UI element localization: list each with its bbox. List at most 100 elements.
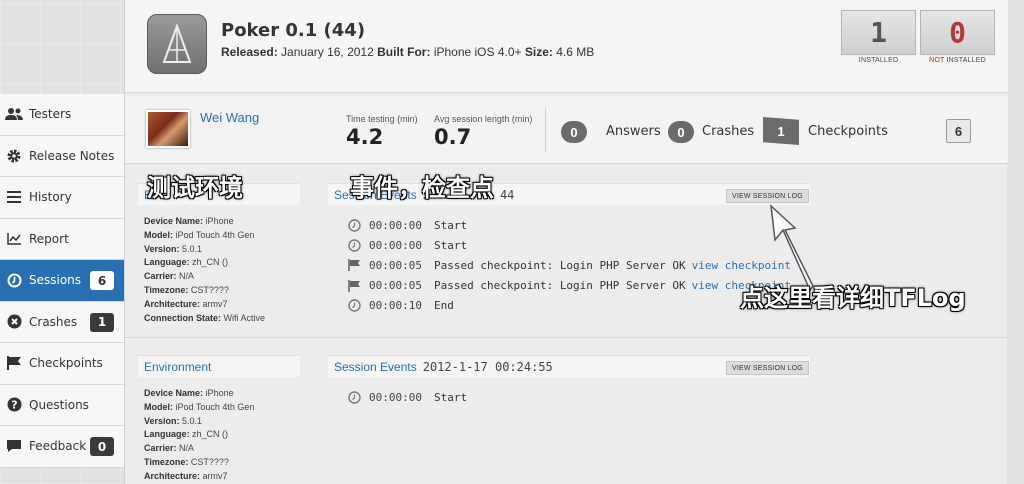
clock-icon	[347, 218, 361, 232]
env-value: iPod Touch 4th Gen	[175, 401, 255, 412]
users-icon	[5, 106, 23, 122]
time-testing-label: Time testing (min)	[346, 114, 418, 124]
crashes-count-badge: 1	[90, 312, 114, 332]
env-key: Language:	[144, 429, 190, 440]
app-icon	[147, 14, 207, 74]
env-value: CST????	[190, 456, 229, 467]
main-panel: Poker 0.1 (44) Released: January 16, 201…	[124, 0, 1008, 484]
sidebar: Testers Release Notes History Report Ses…	[0, 94, 124, 468]
not-label-rest: INSTALLED	[944, 57, 986, 64]
sidebar-item-sessions[interactable]: Sessions 6	[0, 260, 124, 302]
crashes-label[interactable]: Crashes	[702, 124, 754, 139]
crashes-count: 0	[668, 121, 694, 143]
flag-icon	[347, 258, 361, 272]
sidebar-item-label: Report	[29, 231, 69, 246]
event-time: 00:00:00	[369, 238, 422, 252]
sessions-count-badge: 6	[90, 271, 114, 290]
separator	[545, 108, 546, 152]
chart-icon	[5, 231, 23, 247]
env-value: zh_CN ()	[192, 429, 229, 440]
event-row: 00:00:05 Passed checkpoint: Login PHP Se…	[347, 255, 791, 275]
environment-details-2: Device Name: iPhone Model: iPod Touch 4t…	[144, 387, 254, 484]
env-key: Carrier:	[144, 271, 177, 282]
events-timestamp: 2012-1-17 00:24:55	[422, 360, 553, 374]
built-for-label: Built For:	[377, 45, 431, 59]
sidebar-item-label: Crashes	[29, 314, 78, 329]
installed-label: INSTALLED	[858, 57, 899, 64]
env-value: armv7	[202, 470, 228, 481]
env-key: Timezone:	[144, 284, 189, 295]
x-circle-icon	[5, 314, 23, 330]
session-events-list-2: 00:00:00 Start	[347, 387, 467, 407]
env-value: zh_CN ()	[192, 257, 229, 268]
app-header: Poker 0.1 (44) Released: January 16, 201…	[125, 0, 1008, 93]
annotation-events: 事件，检查点	[350, 174, 494, 202]
env-key: Model:	[144, 401, 173, 412]
event-row: 00:00:00 Start	[347, 235, 791, 255]
sidebar-item-label: Checkpoints	[29, 356, 103, 371]
event-time: 00:00:00	[369, 218, 422, 232]
env-key: Device Name:	[144, 388, 204, 398]
avatar	[146, 110, 190, 148]
avg-session-label: Avg session length (min)	[434, 114, 533, 124]
sidebar-item-release-notes[interactable]: Release Notes	[0, 135, 124, 177]
avg-session-value: 0.7	[434, 125, 472, 149]
env-key: Model:	[144, 229, 173, 240]
clock-icon	[5, 272, 23, 288]
env-key: Architecture:	[144, 298, 201, 309]
env-key: Version:	[144, 415, 180, 426]
sidebar-item-crashes[interactable]: Crashes 1	[0, 301, 124, 343]
clock-icon	[347, 238, 361, 252]
question-icon: ?	[5, 397, 23, 413]
event-text: Passed checkpoint: Login PHP Server OK	[433, 258, 686, 272]
event-row: 00:00:05 Passed checkpoint: Login PHP Se…	[347, 276, 791, 296]
sessions-total-badge: 6	[946, 119, 971, 143]
env-value: iPhone	[205, 216, 234, 226]
view-session-log-button[interactable]: VIEW SESSION LOG	[726, 361, 809, 375]
env-value: 5.0.1	[182, 243, 203, 254]
sidebar-item-testers[interactable]: Testers	[0, 94, 124, 136]
env-head-text: Environment	[144, 360, 212, 374]
flag-icon	[347, 279, 361, 293]
event-time: 00:00:05	[369, 258, 422, 272]
sidebar-item-checkpoints[interactable]: Checkpoints	[0, 343, 124, 385]
time-testing-value: 4.2	[346, 125, 384, 149]
session-summary: Wei Wang Time testing (min) 4.2 Avg sess…	[125, 96, 1008, 164]
answers-count: 0	[561, 121, 587, 143]
built-for-value: iPhone iOS 4.0+	[433, 45, 522, 59]
event-time: 00:00:05	[369, 279, 422, 293]
env-value: armv7	[202, 298, 228, 309]
list-icon	[5, 189, 23, 205]
answers-label[interactable]: Answers	[606, 124, 661, 139]
sidebar-item-label: Testers	[29, 107, 72, 122]
env-value: iPod Touch 4th Gen	[175, 229, 255, 240]
sidebar-item-history[interactable]: History	[0, 177, 124, 219]
checkpoints-label[interactable]: Checkpoints	[808, 124, 888, 139]
event-time: 00:00:00	[369, 390, 422, 404]
sidebar-item-label: History	[29, 190, 72, 205]
app-meta: Released: January 16, 2012 Built For: iP…	[221, 45, 594, 59]
gear-icon	[5, 148, 23, 164]
size-value: 4.6 MB	[556, 45, 595, 59]
sidebar-item-label: Sessions	[29, 273, 82, 288]
tester-name-link[interactable]: Wei Wang	[200, 110, 259, 125]
sidebar-item-feedback[interactable]: Feedback 0	[0, 426, 124, 468]
checkpoints-count: 1	[763, 117, 799, 145]
annotation-environment: 测试环境	[147, 174, 243, 202]
session-events-list-1: 00:00:00 Start 00:00:00 Start 00:00:05 P…	[347, 215, 791, 316]
env-value: 5.0.1	[182, 415, 203, 426]
app-title: Poker 0.1 (44)	[221, 20, 366, 41]
sidebar-item-report[interactable]: Report	[0, 218, 124, 260]
clock-icon	[347, 299, 361, 313]
background-right	[1007, 0, 1024, 484]
not-installed-label: NOT INSTALLED	[920, 57, 995, 64]
env-key: Carrier:	[144, 443, 177, 454]
event-row: 00:00:00 Start	[347, 387, 467, 407]
size-label: Size:	[524, 45, 553, 59]
clock-icon	[347, 390, 361, 404]
sidebar-item-questions[interactable]: ? Questions	[0, 384, 124, 426]
event-text: Start	[433, 218, 468, 232]
environment-heading-2: Environment	[138, 355, 300, 377]
event-row: 00:00:00 Start	[347, 215, 791, 235]
events-timestamp-tail: 44	[499, 188, 515, 202]
